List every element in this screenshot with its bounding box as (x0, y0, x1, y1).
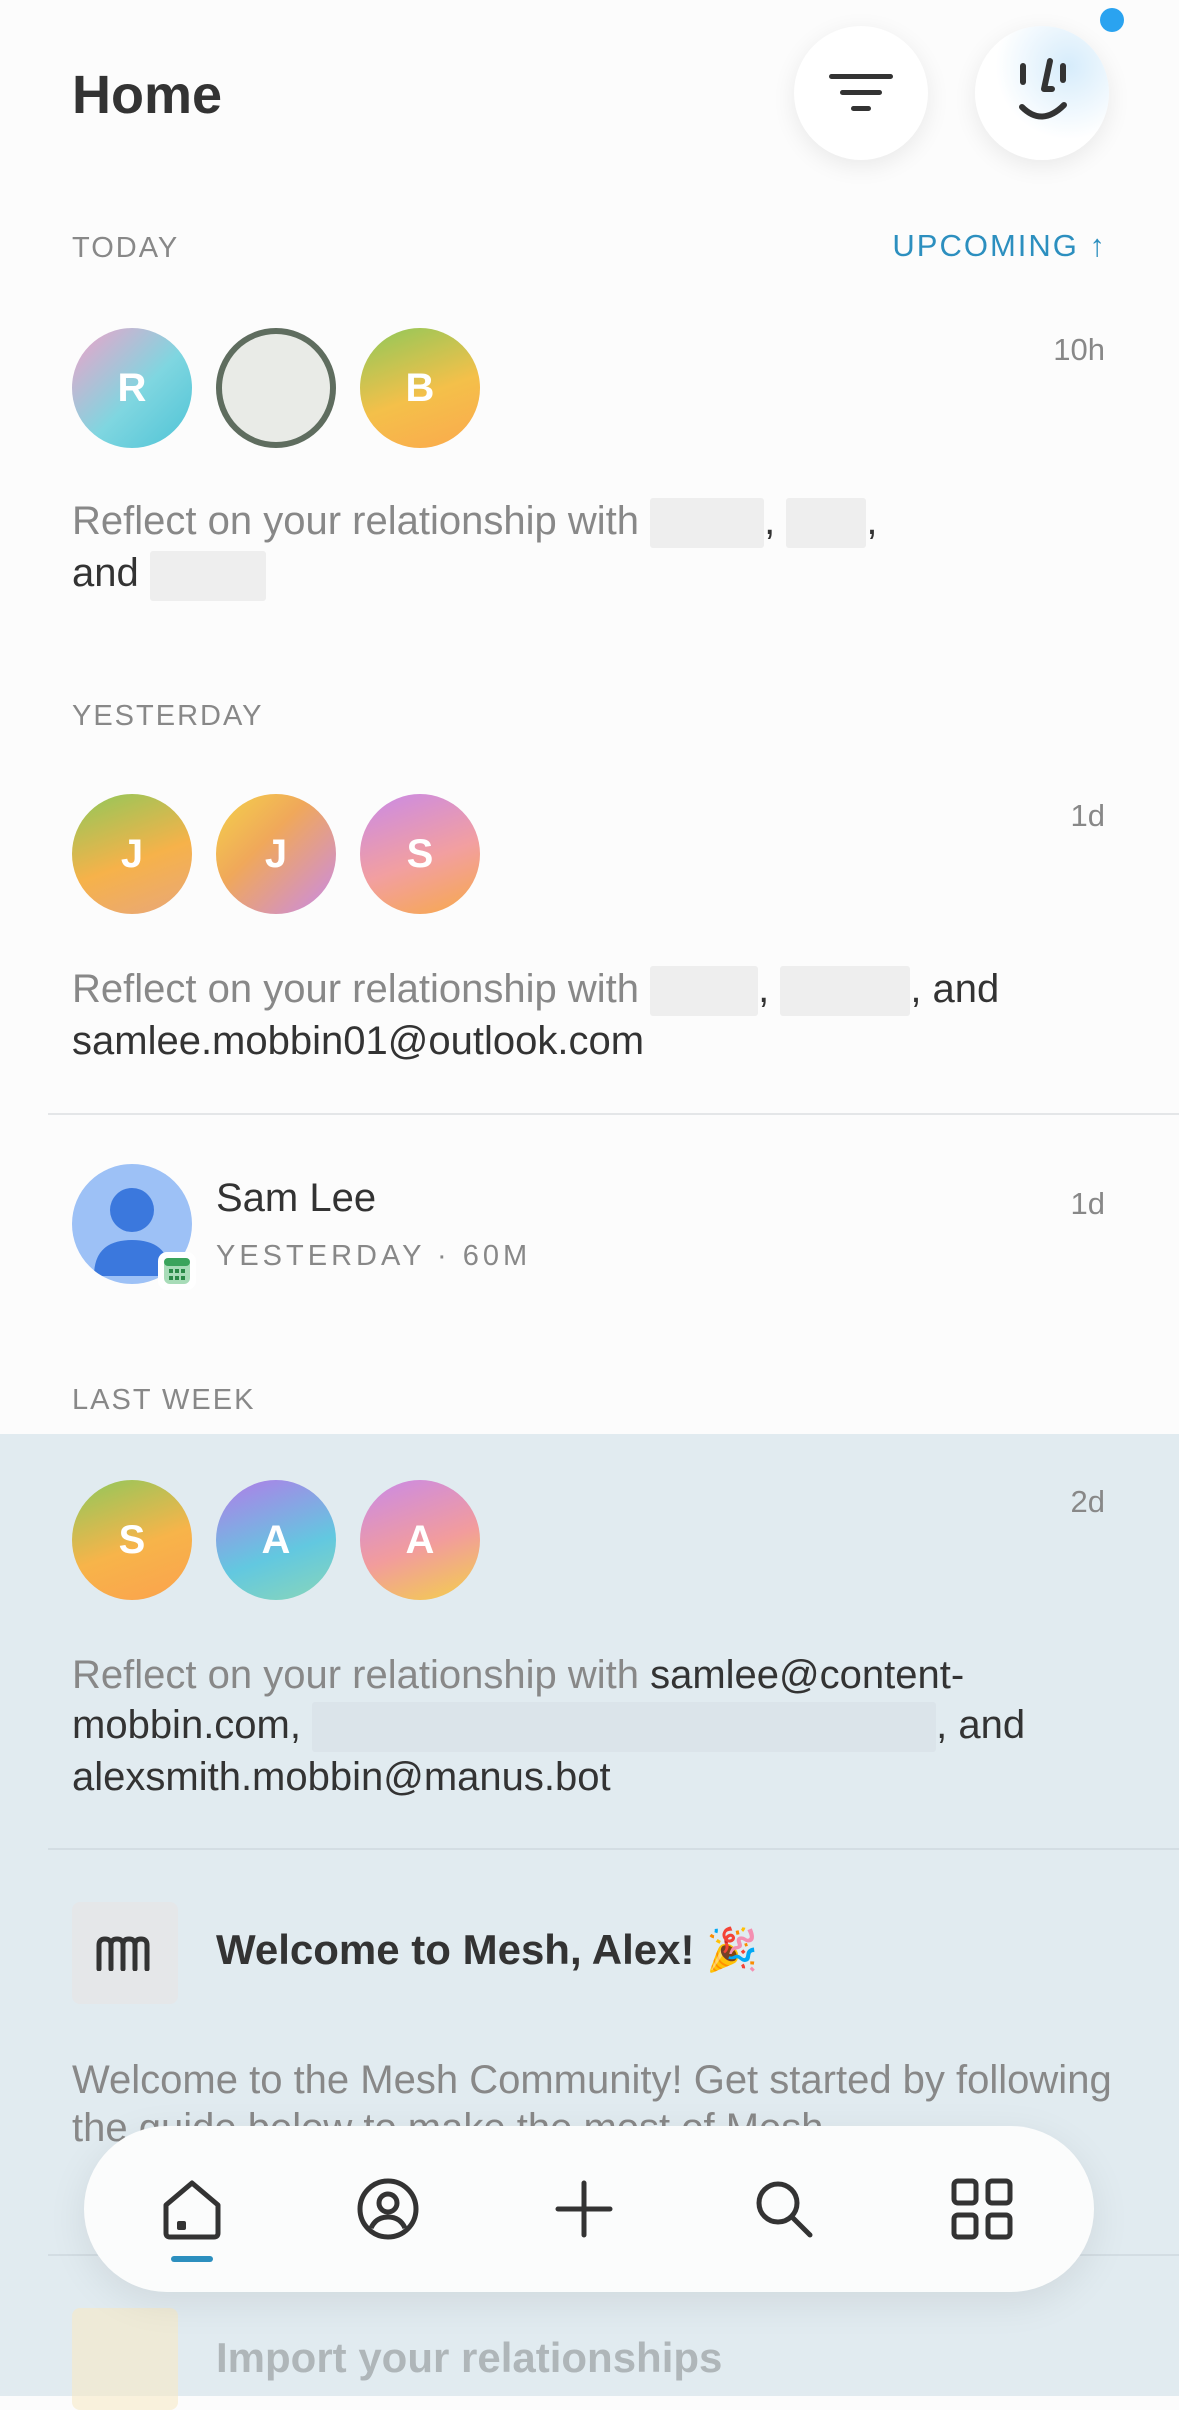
welcome-title: Welcome to Mesh, Alex! 🎉 (216, 1926, 759, 1973)
reflection-text: Reflect on your relationship with , , an… (72, 964, 1112, 1066)
avatar: S (360, 794, 480, 914)
separator: , (764, 499, 776, 543)
timestamp: 1d (1070, 798, 1105, 833)
avatar: S (72, 1480, 192, 1600)
section-last-week: LAST WEEK (72, 1384, 256, 1416)
smiley-face-icon (1019, 58, 1067, 120)
home-icon (163, 2180, 221, 2240)
divider (48, 1113, 1179, 1115)
section-today: TODAY (72, 232, 180, 264)
avatar-photo (216, 328, 336, 448)
mesh-logo-icon (96, 1936, 150, 1971)
avatar: A (216, 1480, 336, 1600)
reflection-prompt: Reflect on your relationship with (72, 499, 639, 543)
contact-email: alexsmith.mobbin@manus.bot (72, 1755, 611, 1800)
avatar: J (72, 794, 192, 914)
redacted-name (149, 550, 266, 601)
filter-icon (829, 74, 893, 111)
calendar-icon (164, 1258, 190, 1284)
meeting-meta: YESTERDAY · 60M (216, 1240, 532, 1272)
timestamp: 1d (1070, 1186, 1105, 1221)
reflection-text: Reflect on your relationship with , , an… (72, 496, 1112, 601)
nav-contacts[interactable] (333, 2154, 443, 2264)
separator: , (758, 967, 770, 1011)
reflection-prompt: Reflect on your relationship with (72, 1653, 639, 1697)
reflection-text: Reflect on your relationship with samlee… (72, 1650, 1112, 1802)
redacted-name (312, 1702, 937, 1753)
calendar-badge (158, 1252, 196, 1290)
active-tab-indicator (171, 2256, 213, 2262)
assistant-button[interactable] (975, 26, 1109, 160)
divider (48, 1848, 1179, 1850)
conjunction: and (72, 551, 139, 596)
redacted-name (650, 498, 765, 549)
filter-button[interactable] (794, 26, 928, 160)
add-icon (555, 2180, 613, 2238)
contact-email: samlee.mobbin01@outlook.com (72, 1019, 645, 1064)
page-title: Home (72, 65, 223, 125)
avatar: J (216, 794, 336, 914)
avatar: B (360, 328, 480, 448)
avatar: A (360, 1480, 480, 1600)
reflection-prompt: Reflect on your relationship with (72, 967, 639, 1011)
avatar: R (72, 328, 192, 448)
import-title: Import your relationships (216, 2334, 723, 2381)
contact-name: Sam Lee (216, 1176, 377, 1220)
conjunction: , and (910, 967, 1000, 1011)
conjunction: , and (936, 1703, 1026, 1747)
apps-icon (951, 2178, 1013, 2240)
redacted-name (780, 966, 911, 1017)
nav-home[interactable] (137, 2154, 247, 2264)
import-icon-box (72, 2308, 178, 2410)
redacted-name (650, 966, 759, 1017)
nav-search[interactable] (729, 2154, 839, 2264)
timestamp: 10h (1053, 332, 1105, 367)
mesh-logo (72, 1902, 178, 2004)
nav-apps[interactable] (927, 2154, 1037, 2264)
separator: , (866, 499, 878, 543)
timestamp: 2d (1070, 1484, 1105, 1519)
upcoming-button[interactable]: UPCOMING ↑ (892, 228, 1107, 264)
search-icon (756, 2181, 813, 2238)
bottom-nav (84, 2126, 1094, 2292)
nav-add[interactable] (529, 2154, 639, 2264)
redacted-name (786, 498, 867, 549)
contacts-icon (357, 2178, 419, 2240)
section-yesterday: YESTERDAY (72, 700, 264, 732)
notification-dot (1100, 8, 1124, 32)
